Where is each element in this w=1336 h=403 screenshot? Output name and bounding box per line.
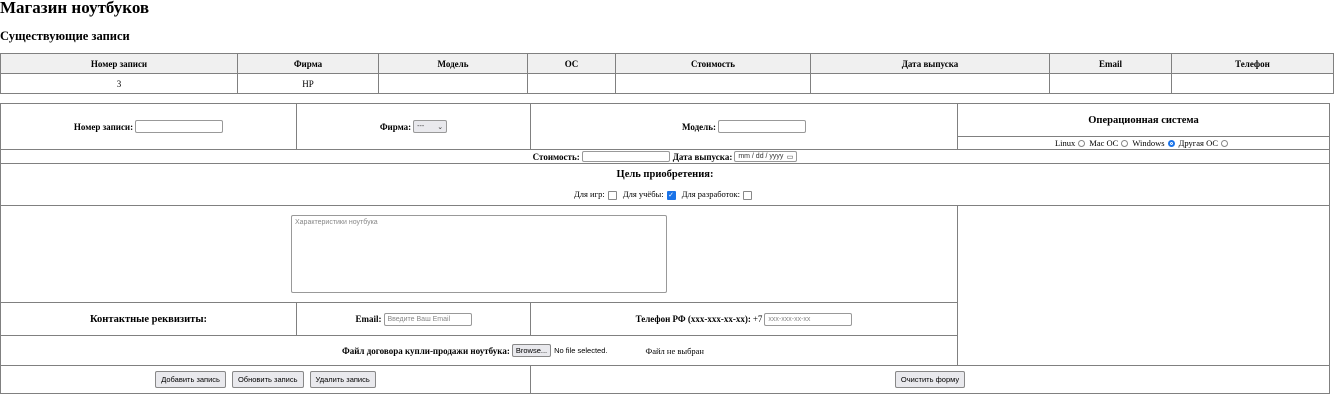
- os-windows-radio[interactable]: [1167, 139, 1175, 147]
- purpose-games-checkbox[interactable]: [607, 190, 617, 200]
- id-input[interactable]: [135, 120, 224, 133]
- file-status: No file selected.: [554, 346, 608, 355]
- empty-side-cell: [957, 205, 1330, 366]
- td-price: [615, 73, 811, 94]
- file-label: Файл договора купли-продажи ноутбука:: [342, 345, 510, 356]
- td-email: [1049, 73, 1172, 94]
- calendar-icon[interactable]: ▭: [787, 153, 794, 161]
- th-os: ОС: [527, 53, 616, 74]
- os-heading: Операционная система: [957, 103, 1330, 137]
- price-input[interactable]: [581, 151, 670, 162]
- update-record-button[interactable]: Обновить запись: [231, 371, 304, 388]
- delete-record-button[interactable]: Удалить запись: [309, 371, 376, 388]
- file-note: Файл не выбран: [645, 345, 704, 356]
- td-brand: HP: [237, 73, 379, 94]
- id-cell: Номер записи:: [0, 103, 297, 150]
- actions-cell: Добавить запись Обновить запись Удалить …: [0, 365, 531, 394]
- browse-button[interactable]: Browse...: [511, 344, 552, 357]
- th-model: Модель: [378, 53, 528, 74]
- date-label: Дата выпуска:: [672, 151, 733, 162]
- th-phone: Телефон: [1171, 53, 1334, 74]
- purpose-study-checkbox[interactable]: ✓: [666, 190, 676, 200]
- phone-label: Телефон РФ (xxx-xxx-xx-xx):: [635, 314, 751, 324]
- date-placeholder: mm / dd / yyyy: [738, 153, 784, 160]
- td-model: [378, 73, 528, 94]
- specs-textarea[interactable]: Характеристики ноутбука: [291, 215, 667, 293]
- brand-selected: ---: [417, 123, 425, 130]
- td-phone: [1171, 73, 1334, 94]
- td-os: [527, 73, 616, 94]
- purpose-heading: Цель приобретения:: [616, 169, 714, 181]
- id-label: Номер записи:: [73, 121, 134, 132]
- email-label: Email:: [355, 314, 382, 324]
- clear-form-button[interactable]: Очистить форму: [894, 371, 966, 388]
- price-date-row: Стоимость: Дата выпуска: mm / dd / yyyy ▭: [0, 149, 1330, 164]
- specs-cell: Характеристики ноутбука: [0, 205, 958, 303]
- os-linux-label: Linux: [1054, 138, 1076, 148]
- email-input[interactable]: Введите Ваш Email: [383, 312, 472, 326]
- purpose-games-label: Для игр:: [573, 189, 605, 200]
- phone-prefix: +7: [752, 314, 763, 324]
- os-windows-label: Windows: [1132, 138, 1165, 148]
- clear-cell: Очистить форму: [530, 365, 1330, 394]
- page-title: Магазин ноутбуков: [0, 0, 150, 17]
- th-email: Email: [1049, 53, 1172, 74]
- os-mac-radio[interactable]: [1121, 139, 1129, 147]
- os-linux-radio[interactable]: [1078, 139, 1086, 147]
- purpose-dev-label: Для разработок:: [681, 189, 741, 200]
- email-cell: Email: Введите Ваш Email: [296, 302, 531, 336]
- phone-cell: Телефон РФ (xxx-xxx-xx-xx): +7 xxx-xxx-x…: [530, 302, 958, 336]
- brand-label: Фирма:: [379, 121, 412, 132]
- os-mac-label: Mac OC: [1089, 138, 1119, 148]
- os-other-radio[interactable]: [1221, 139, 1228, 147]
- date-input[interactable]: mm / dd / yyyy ▭: [734, 151, 798, 162]
- th-id: Номер записи: [0, 53, 238, 74]
- os-other-label: Другая ОС: [1178, 138, 1218, 148]
- os-radio-group: Linux Mac OC Windows Другая ОС: [957, 136, 1330, 150]
- brand-cell: Фирма: --- ⌄: [296, 103, 531, 150]
- purpose-cell: Цель приобретения: Для игр: Для учёбы: ✓ …: [0, 163, 1330, 206]
- td-date: [810, 73, 1050, 94]
- th-date: Дата выпуска: [810, 53, 1050, 74]
- add-record-button[interactable]: Добавить запись: [155, 371, 226, 388]
- model-input[interactable]: [717, 120, 806, 133]
- contacts-heading: Контактные реквизиты:: [0, 302, 297, 336]
- chevron-down-icon: ⌄: [437, 123, 444, 131]
- td-id: 3: [0, 73, 238, 94]
- model-label: Модель:: [682, 121, 716, 132]
- price-label: Стоимость:: [532, 151, 580, 162]
- phone-input[interactable]: xxx-xxx-xx-xx: [764, 312, 853, 326]
- purpose-dev-checkbox[interactable]: [743, 190, 753, 200]
- model-cell: Модель:: [530, 103, 958, 150]
- purpose-study-label: Для учёбы:: [622, 189, 664, 200]
- th-price: Стоимость: [615, 53, 811, 74]
- th-brand: Фирма: [237, 53, 379, 74]
- records-heading: Существующие записи: [0, 29, 130, 43]
- file-cell: Файл договора купли-продажи ноутбука: Br…: [0, 335, 958, 366]
- brand-select[interactable]: --- ⌄: [413, 120, 448, 133]
